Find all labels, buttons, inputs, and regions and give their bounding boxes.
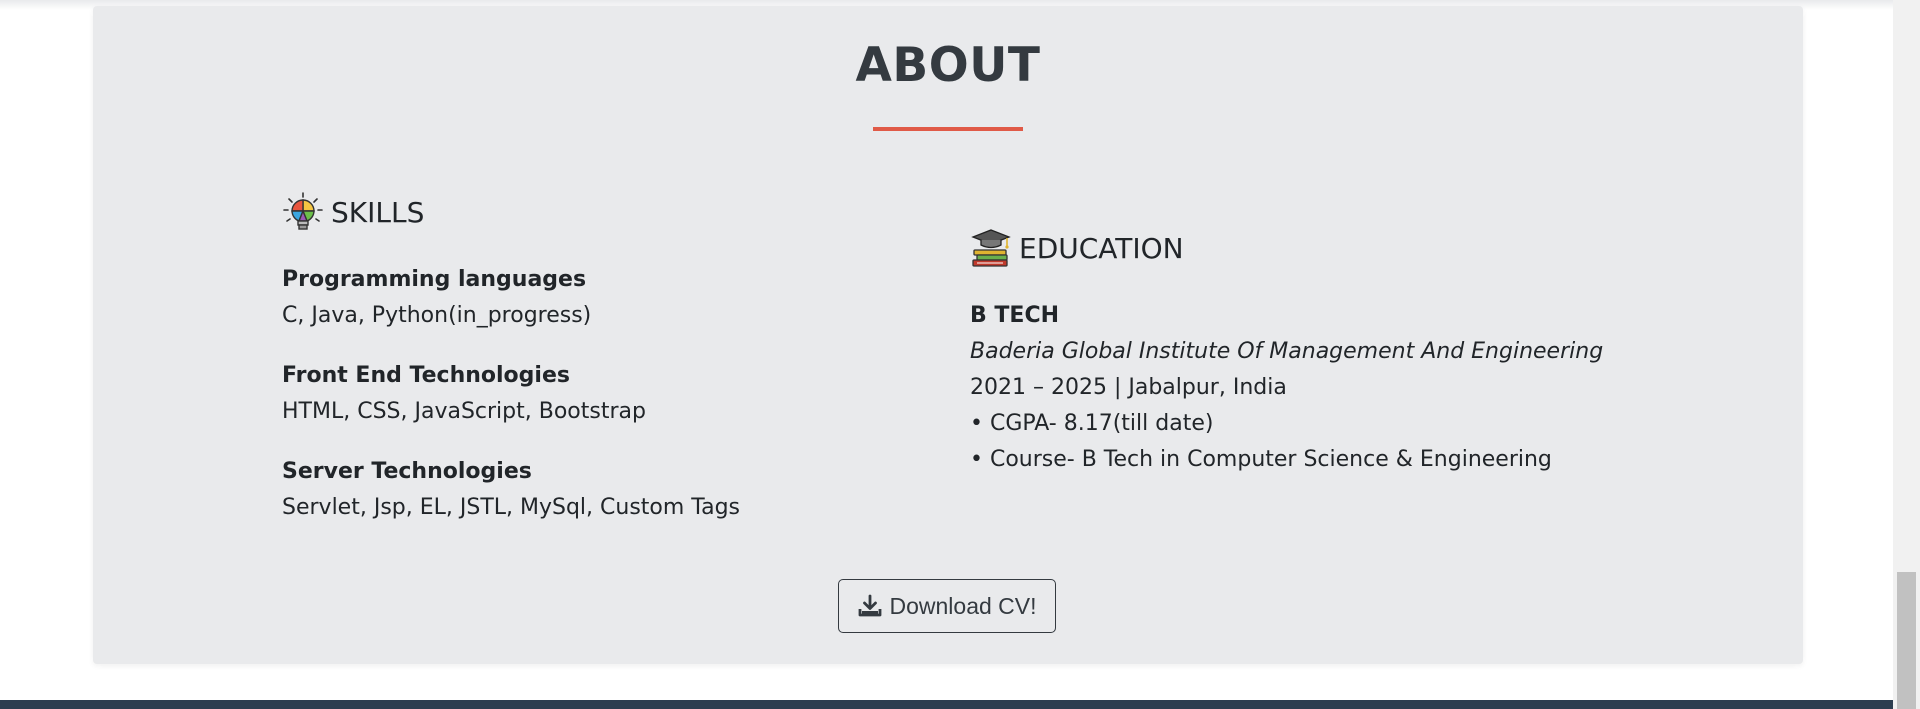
skill-value: Servlet, Jsp, EL, JSTL, MySql, Custom Ta…	[282, 495, 741, 520]
skill-group-programming: Programming languages C, Java, Python(in…	[282, 262, 591, 334]
education-entry: B TECH Baderia Global Institute Of Manag…	[970, 298, 1603, 478]
skills-heading-label: SKILLS	[331, 195, 425, 229]
about-section: ABOUT SKILLS Programming languages C, Ja…	[93, 6, 1803, 664]
cgpa: • CGPA- 8.17(till date)	[970, 411, 1214, 436]
graduation-books-icon	[969, 226, 1013, 270]
period-location: 2021 – 2025 | Jabalpur, India	[970, 375, 1287, 400]
section-title: ABOUT	[855, 38, 1041, 93]
skill-label: Server Technologies	[282, 459, 532, 484]
scrollbar-thumb[interactable]	[1897, 572, 1916, 709]
institute-name: Baderia Global Institute Of Management A…	[970, 339, 1604, 364]
page: ABOUT SKILLS Programming languages C, Ja…	[0, 0, 1920, 709]
lightbulb-icon	[281, 190, 325, 234]
degree: B TECH	[970, 303, 1060, 328]
footer-bar	[0, 700, 1893, 709]
skills-heading: SKILLS	[281, 190, 424, 234]
title-underline	[873, 127, 1023, 131]
education-heading: EDUCATION	[969, 226, 1184, 270]
download-icon	[857, 593, 883, 619]
skill-label: Programming languages	[282, 267, 587, 292]
skill-label: Front End Technologies	[282, 363, 570, 388]
course: • Course- B Tech in Computer Science & E…	[970, 447, 1552, 472]
education-heading-label: EDUCATION	[1019, 231, 1184, 265]
skill-group-frontend: Front End Technologies HTML, CSS, JavaSc…	[282, 358, 646, 430]
skill-value: HTML, CSS, JavaScript, Bootstrap	[282, 399, 646, 424]
skill-value: C, Java, Python(in_progress)	[282, 303, 592, 328]
skill-group-server: Server Technologies Servlet, Jsp, EL, JS…	[282, 454, 740, 526]
download-cv-label: Download CV!	[889, 592, 1037, 619]
download-cv-button[interactable]: Download CV!	[838, 579, 1056, 633]
